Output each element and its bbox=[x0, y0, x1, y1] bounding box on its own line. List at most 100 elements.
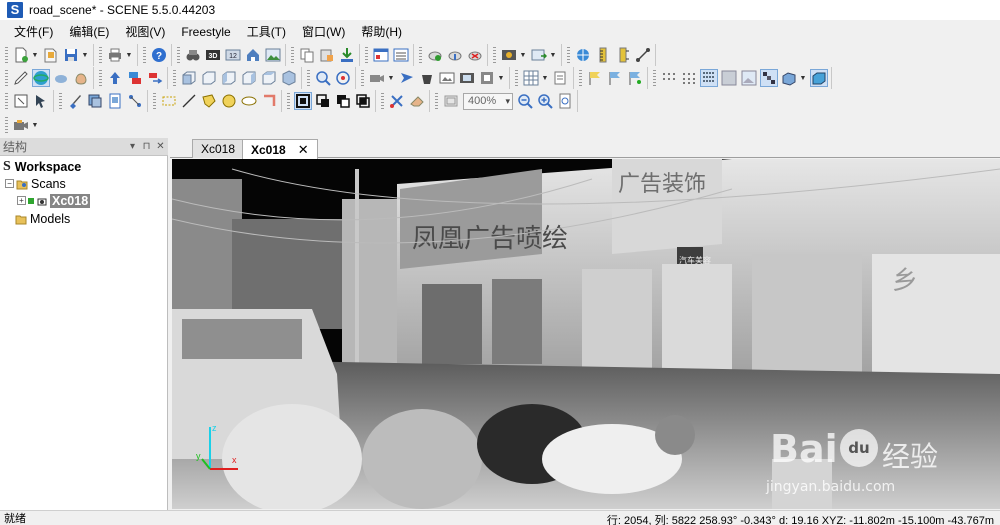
toolbar-grip[interactable] bbox=[5, 93, 8, 109]
selection-subtract-button[interactable] bbox=[334, 92, 352, 110]
picture-view-button[interactable] bbox=[264, 46, 282, 64]
select-region-button[interactable] bbox=[12, 92, 30, 110]
view-right-button[interactable] bbox=[240, 69, 258, 87]
register-button[interactable] bbox=[574, 46, 592, 64]
circle-select-button[interactable] bbox=[220, 92, 238, 110]
scale-button[interactable] bbox=[614, 46, 632, 64]
view-iso-button[interactable] bbox=[280, 69, 298, 87]
color-mode-button[interactable] bbox=[780, 69, 798, 87]
toolbar-grip[interactable] bbox=[579, 70, 582, 86]
tab-close-icon[interactable]: ✕ bbox=[298, 142, 309, 158]
orbit-mode-button[interactable] bbox=[32, 69, 50, 87]
line-measure-button[interactable] bbox=[634, 46, 652, 64]
toolbar-grip[interactable] bbox=[5, 47, 8, 63]
points-mode-button[interactable] bbox=[660, 69, 678, 87]
pull-button[interactable] bbox=[126, 69, 144, 87]
scans-collapse-icon[interactable]: − bbox=[5, 179, 14, 188]
toolbar-grip[interactable] bbox=[419, 47, 422, 63]
corner-select-button[interactable] bbox=[260, 92, 278, 110]
surface-mode-button[interactable] bbox=[720, 69, 738, 87]
cloud-sync-button[interactable] bbox=[446, 46, 464, 64]
dots-mode-button[interactable] bbox=[680, 69, 698, 87]
export-dropdown[interactable]: ▼ bbox=[549, 46, 557, 64]
tree-node-scan-xc018[interactable]: + Xc018 bbox=[17, 192, 91, 209]
camera-button[interactable] bbox=[368, 69, 386, 87]
3d-view-button[interactable]: 3D bbox=[204, 46, 222, 64]
image-mode-button[interactable] bbox=[740, 69, 758, 87]
paste-button[interactable] bbox=[318, 46, 336, 64]
menu-edit[interactable]: 编辑(E) bbox=[61, 22, 117, 42]
menu-view[interactable]: 视图(V) bbox=[117, 22, 173, 42]
open-button[interactable] bbox=[42, 46, 60, 64]
home-view-button[interactable] bbox=[244, 46, 262, 64]
zoom-level-select[interactable]: 400% bbox=[463, 92, 513, 110]
measure-button[interactable] bbox=[594, 46, 612, 64]
flag-button-2[interactable] bbox=[606, 69, 624, 87]
eraser-button[interactable] bbox=[408, 92, 426, 110]
toolbar-grip[interactable] bbox=[5, 70, 8, 86]
window-button-1[interactable] bbox=[372, 46, 390, 64]
toolbar-grip[interactable] bbox=[493, 47, 496, 63]
toolbar-grip[interactable] bbox=[99, 47, 102, 63]
grid-dropdown[interactable]: ▼ bbox=[541, 69, 549, 87]
rect-select-button[interactable] bbox=[160, 92, 178, 110]
ellipse-select-button[interactable] bbox=[240, 92, 258, 110]
toolbar-grip[interactable] bbox=[435, 93, 438, 109]
actual-size-button[interactable] bbox=[556, 92, 574, 110]
import-button[interactable] bbox=[338, 46, 356, 64]
window-button-2[interactable] bbox=[392, 46, 410, 64]
camera-dropdown[interactable]: ▼ bbox=[387, 69, 395, 87]
video-button[interactable] bbox=[458, 69, 476, 87]
toolbar-grip[interactable] bbox=[177, 47, 180, 63]
label-button[interactable] bbox=[552, 69, 570, 87]
copy-button[interactable] bbox=[298, 46, 316, 64]
select-mode-button[interactable] bbox=[12, 69, 30, 87]
toolbar-grip[interactable] bbox=[381, 93, 384, 109]
new-dropdown[interactable]: ▼ bbox=[31, 46, 39, 64]
toolbar-grip[interactable] bbox=[287, 93, 290, 109]
cloud-remove-button[interactable] bbox=[466, 46, 484, 64]
save-button[interactable] bbox=[62, 46, 80, 64]
tab-xc018-inactive[interactable]: Xc018 bbox=[192, 139, 245, 158]
menu-help[interactable]: 帮助(H) bbox=[353, 22, 410, 42]
grid-button[interactable] bbox=[522, 69, 540, 87]
snapshot-button[interactable] bbox=[438, 69, 456, 87]
clipping-button[interactable] bbox=[478, 69, 496, 87]
toolbar-grip[interactable] bbox=[365, 47, 368, 63]
tree-node-workspace[interactable]: S Workspace bbox=[3, 158, 81, 175]
menu-file[interactable]: 文件(F) bbox=[6, 22, 61, 42]
zoom-out-button[interactable] bbox=[516, 92, 534, 110]
selection-add-button[interactable] bbox=[314, 92, 332, 110]
view-top-button[interactable] bbox=[260, 69, 278, 87]
toolbar-grip[interactable] bbox=[653, 70, 656, 86]
scan-view-button[interactable] bbox=[184, 46, 202, 64]
view-front-button[interactable] bbox=[180, 69, 198, 87]
dense-points-button[interactable] bbox=[700, 69, 718, 87]
zoom-in-button[interactable] bbox=[536, 92, 554, 110]
transfer-button[interactable] bbox=[146, 69, 164, 87]
planar-view-button[interactable]: 12 bbox=[224, 46, 242, 64]
toolbar-grip[interactable] bbox=[173, 70, 176, 86]
toolbar-grip[interactable] bbox=[567, 47, 570, 63]
hand-tool-button[interactable] bbox=[72, 69, 90, 87]
line-select-button[interactable] bbox=[180, 92, 198, 110]
plugin-button[interactable] bbox=[12, 116, 30, 134]
selection-intersect-button[interactable] bbox=[354, 92, 372, 110]
render-dropdown[interactable]: ▼ bbox=[519, 46, 527, 64]
panel-close-icon[interactable]: ✕ bbox=[154, 140, 167, 154]
cloud-add-button[interactable] bbox=[426, 46, 444, 64]
select-points-button[interactable] bbox=[32, 92, 50, 110]
cloud-view-button[interactable] bbox=[52, 69, 70, 87]
polygon-select-button[interactable] bbox=[200, 92, 218, 110]
center-view-button[interactable] bbox=[334, 69, 352, 87]
toolbar-grip[interactable] bbox=[361, 70, 364, 86]
menu-freestyle[interactable]: Freestyle bbox=[173, 22, 238, 42]
render-button[interactable] bbox=[500, 46, 518, 64]
save-dropdown[interactable]: ▼ bbox=[81, 46, 89, 64]
toolbar-grip[interactable] bbox=[59, 93, 62, 109]
filter-mode-button[interactable] bbox=[760, 69, 778, 87]
menu-window[interactable]: 窗口(W) bbox=[294, 22, 353, 42]
fly-button[interactable] bbox=[398, 69, 416, 87]
clear-selection-button[interactable] bbox=[388, 92, 406, 110]
print-button[interactable] bbox=[106, 46, 124, 64]
